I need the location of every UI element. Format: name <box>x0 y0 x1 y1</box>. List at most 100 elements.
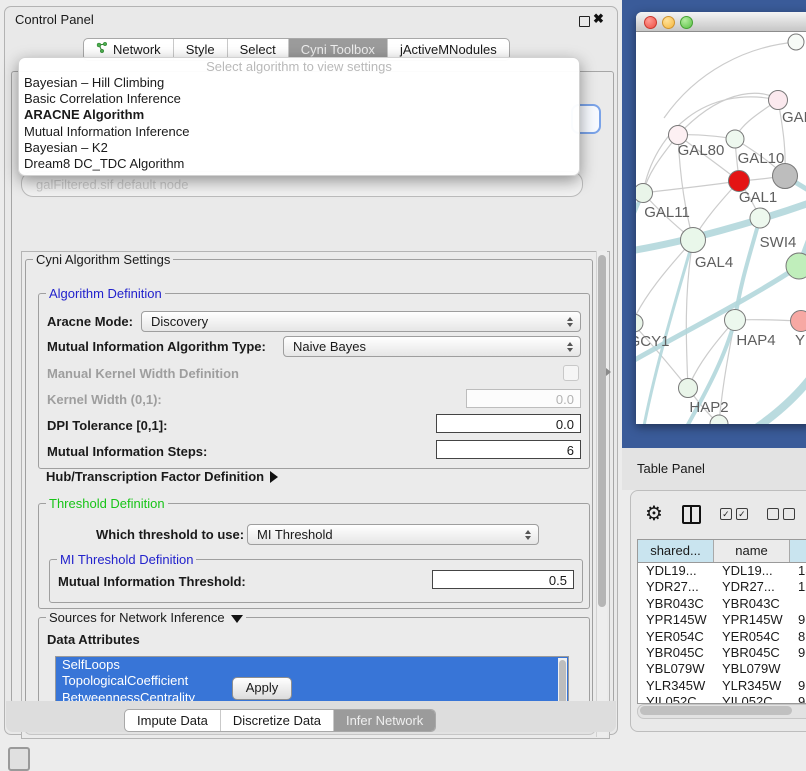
expander-collapsed-icon <box>270 471 278 483</box>
node-gal-cut-label: GAL <box>782 109 806 126</box>
table-row[interactable]: YBR045CYBR045C9. <box>638 645 806 661</box>
table-row[interactable]: YBL079WYBL079W <box>638 661 806 677</box>
node-hap2-label: HAP2 <box>689 399 728 416</box>
table-row[interactable]: YDL19...YDL19...13 <box>638 563 806 579</box>
table-row[interactable]: YBR043CYBR043C <box>638 596 806 612</box>
network-edge[interactable] <box>636 240 693 323</box>
which-threshold-combo[interactable]: MI Threshold <box>247 524 539 545</box>
table-hscrollbar[interactable] <box>637 704 806 719</box>
network-edge[interactable] <box>643 135 678 193</box>
network-edge-highlighted[interactable] <box>744 368 806 424</box>
node-gal11[interactable] <box>636 184 653 203</box>
dpi-tolerance-input[interactable]: 0.0 <box>436 414 581 433</box>
table-cell <box>790 596 806 612</box>
node-gal10[interactable] <box>726 130 744 148</box>
algorithm-option-aracne-algorithm[interactable]: ARACNE Algorithm <box>19 107 579 123</box>
panel-resize-handle[interactable] <box>606 368 611 376</box>
mi-steps-input[interactable]: 6 <box>436 440 581 459</box>
attribute-item-topologicalcoefficient[interactable]: TopologicalCoefficient <box>56 673 568 689</box>
tab-discretize-data[interactable]: Discretize Data <box>220 710 333 731</box>
node-gal1-label: GAL1 <box>739 189 777 206</box>
node-gal80-label: GAL80 <box>678 142 725 159</box>
node-gcy1[interactable] <box>636 314 643 332</box>
node-top-partial[interactable] <box>788 34 804 50</box>
aracne-mode-label: Aracne Mode: <box>47 314 133 329</box>
tab-impute-data[interactable]: Impute Data <box>125 710 220 731</box>
threshold-definition-group: Threshold Definition Which threshold to … <box>38 503 590 609</box>
column-header-shared[interactable]: shared... <box>638 540 714 562</box>
table-cell: 13 <box>790 563 806 579</box>
algorithm-option-dream8-dc-tdc-algorithm[interactable]: Dream8 DC_TDC Algorithm <box>19 156 579 172</box>
node-gal-cut[interactable] <box>769 91 788 110</box>
close-icon[interactable]: ✖ <box>593 11 604 27</box>
combo-spinner-icon <box>525 530 531 540</box>
node-gray[interactable] <box>773 164 798 189</box>
node-hap2[interactable] <box>679 379 698 398</box>
table-cell: YBR045C <box>714 645 790 661</box>
select-all-checkboxes-icon[interactable]: ✓✓ <box>720 508 748 520</box>
node-gal10-label: GAL10 <box>738 150 785 167</box>
deselect-all-checkboxes-icon[interactable] <box>767 508 795 520</box>
column-header-name[interactable]: name <box>714 540 790 562</box>
table-cell: YDL19... <box>714 563 790 579</box>
table-row[interactable]: YPR145WYPR145W9. <box>638 612 806 628</box>
kernel-width-label: Kernel Width (0,1): <box>47 392 162 407</box>
close-traffic-light[interactable] <box>644 16 657 29</box>
cyni-algorithm-settings-group: Cyni Algorithm Settings Algorithm Defini… <box>25 259 593 721</box>
control-panel-title: Control Panel <box>5 7 617 32</box>
algorithm-option-mutual-information-inference[interactable]: Mutual Information Inference <box>19 124 579 140</box>
columns-icon[interactable] <box>682 505 701 524</box>
table-row[interactable]: YDR27...YDR27...12 <box>638 579 806 595</box>
mi-algorithm-type-combo[interactable]: Naive Bayes <box>283 336 581 357</box>
table-cell: YBL079W <box>714 661 790 677</box>
kernel-width-input[interactable]: 0.0 <box>466 389 581 408</box>
mi-algorithm-type-label: Mutual Information Algorithm Type: <box>47 339 266 354</box>
bottom-tab-bar: Impute Data Discretize Data Infer Network <box>124 709 436 732</box>
table-row[interactable]: YIL052CYIL052C9. <box>638 694 806 703</box>
settings-scroll-area: Cyni Algorithm Settings Algorithm Defini… <box>21 251 610 739</box>
tab-infer-network[interactable]: Infer Network <box>333 710 435 731</box>
zoom-traffic-light[interactable] <box>680 16 693 29</box>
node-hap4[interactable] <box>725 310 746 331</box>
node-gal4[interactable] <box>681 228 706 253</box>
attribute-item-selfloops[interactable]: SelfLoops <box>56 657 568 673</box>
settings-vscrollbar[interactable] <box>596 251 607 737</box>
mi-threshold-input[interactable]: 0.5 <box>432 570 574 589</box>
algorithm-option-basic-correlation-inference[interactable]: Basic Correlation Inference <box>19 91 579 107</box>
table-cell: YBL079W <box>638 661 714 677</box>
algorithm-items: Bayesian – Hill ClimbingBasic Correlatio… <box>19 75 579 172</box>
node-bottom-partial[interactable] <box>710 415 728 424</box>
table-row[interactable]: YLR345WYLR345W9. <box>638 678 806 694</box>
float-window-icon[interactable] <box>579 16 590 27</box>
node-gcy1-label: GCY1 <box>636 333 669 350</box>
table-container: ⚙ ✓✓ shared...name YDL19...YDL19...13YDR… <box>630 490 806 732</box>
algorithm-option-bayesian-k2[interactable]: Bayesian – K2 <box>19 140 579 156</box>
table-rows: YDL19...YDL19...13YDR27...YDR27...12YBR0… <box>638 563 806 703</box>
network-canvas[interactable]: GALGAL80GAL10GAL1GAL11SWI4GAL4GCY1HAP4YH… <box>636 32 806 424</box>
panel-corner-button[interactable] <box>8 747 30 771</box>
mi-threshold-label: Mutual Information Threshold: <box>58 574 246 589</box>
sources-title[interactable]: Sources for Network Inference <box>46 610 246 625</box>
node-hap4-label: HAP4 <box>736 332 775 349</box>
node-swi4-small[interactable] <box>750 208 770 228</box>
column-header-col2[interactable] <box>790 540 806 562</box>
gear-icon[interactable]: ⚙ <box>645 504 663 524</box>
table-panel-title: Table Panel <box>622 448 806 490</box>
aracne-mode-combo[interactable]: Discovery <box>141 311 581 332</box>
table-cell: YBR043C <box>638 596 714 612</box>
algorithm-option-bayesian-hill-climbing[interactable]: Bayesian – Hill Climbing <box>19 75 579 91</box>
table-cell: 12 <box>790 579 806 595</box>
network-edge-highlighted[interactable] <box>735 218 760 320</box>
hub-definition-expander[interactable]: Hub/Transcription Factor Definition <box>46 469 278 484</box>
tab-label: Discretize Data <box>233 710 321 731</box>
table-cell: YLR345W <box>714 678 790 694</box>
apply-button[interactable]: Apply <box>232 677 292 700</box>
node-salmon[interactable] <box>791 311 806 332</box>
table-row[interactable]: YER054CYER054C8. <box>638 629 806 645</box>
minimize-traffic-light[interactable] <box>662 16 675 29</box>
network-edge[interactable] <box>643 181 739 193</box>
expander-expanded-icon <box>231 615 243 623</box>
mi-threshold-definition-group: MI Threshold Definition Mutual Informati… <box>49 559 583 603</box>
mac-titlebar[interactable] <box>636 12 806 32</box>
manual-kernel-width-checkbox[interactable] <box>563 365 579 381</box>
